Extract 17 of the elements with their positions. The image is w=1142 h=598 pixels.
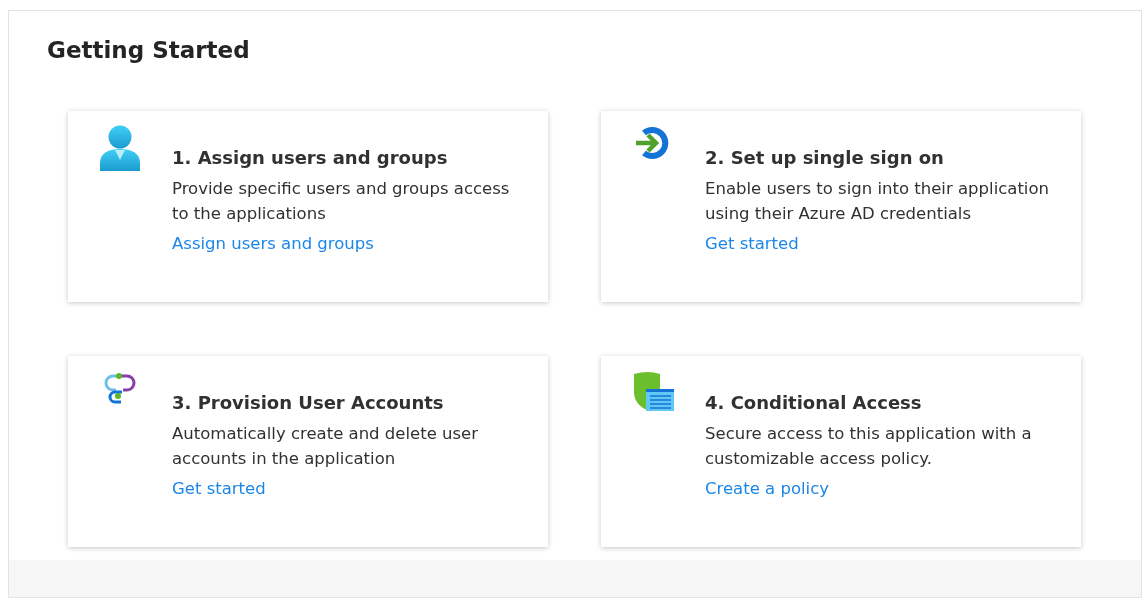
card-title: 2. Set up single sign on (705, 147, 945, 168)
shield-list-icon (632, 370, 674, 412)
card-link[interactable]: Create a policy (705, 479, 829, 498)
page-title: Getting Started (47, 37, 251, 63)
card-description: Enable users to sign into their application using their Azure AD credentials (705, 178, 1050, 225)
card-title: 3. Provision User Accounts (172, 392, 445, 413)
card-description: Automatically create and delete user accounts in the application (172, 423, 480, 470)
sync-icon (103, 370, 137, 404)
card-link[interactable]: Assign users and groups (172, 234, 374, 253)
card-title: 4. Conditional Access (705, 392, 923, 413)
card-link[interactable]: Get started (705, 234, 799, 253)
card-description: Secure access to this application with a customizable access policy. (705, 423, 1033, 470)
sign-in-icon (635, 125, 671, 161)
card-description: Provide specific users and groups access to the applications (172, 178, 511, 225)
card-title: 1. Assign users and groups (172, 147, 449, 168)
person-icon (98, 125, 142, 171)
card-link[interactable]: Get started (172, 479, 266, 498)
